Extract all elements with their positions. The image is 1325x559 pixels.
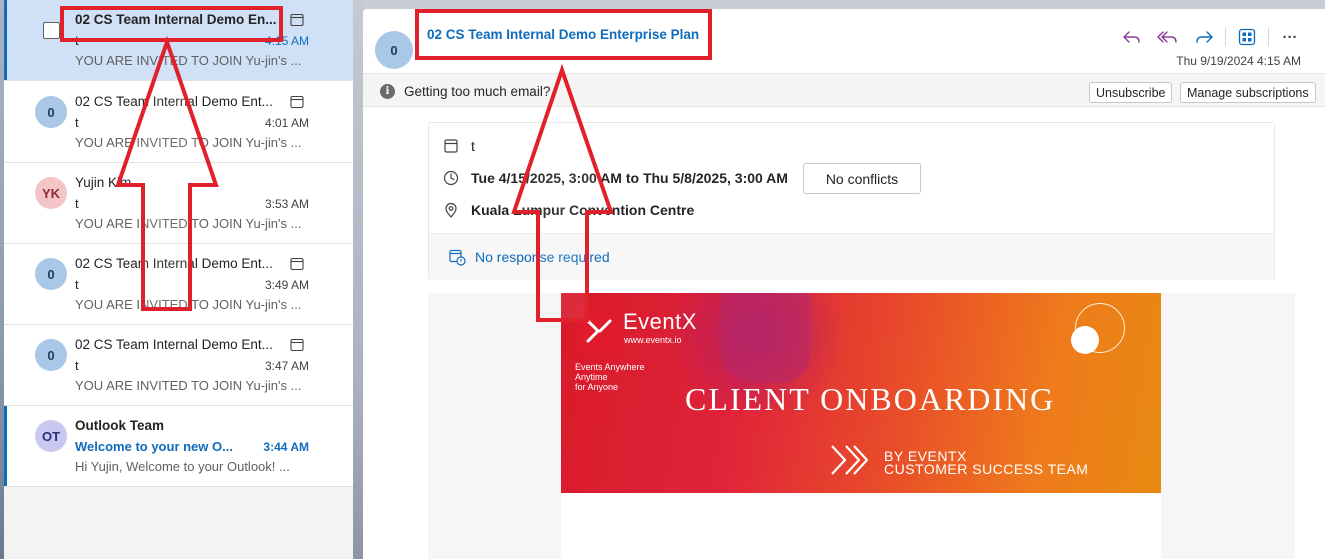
message-time: 3:44 AM	[263, 440, 309, 454]
reply-all-icon[interactable]	[1153, 25, 1183, 49]
highlight-box-email-title	[415, 9, 712, 60]
meeting-location-row: Kuala Lumpur Convention Centre	[442, 201, 694, 219]
response-text: No response required	[475, 249, 610, 265]
message-item[interactable]: YK Yujin Kim t 3:53 AM YOU ARE INVITED T…	[4, 163, 353, 244]
banner-decoration	[721, 293, 811, 383]
message-time: 3:53 AM	[264, 197, 309, 211]
message-preview: YOU ARE INVITED TO JOIN Yu-jin's ...	[75, 216, 302, 231]
location-pin-icon	[445, 202, 457, 218]
message-preview: YOU ARE INVITED TO JOIN Yu-jin's ...	[75, 378, 302, 393]
reading-pane: 0 02 CS Team Internal Demo Enterprise Pl…	[363, 9, 1325, 559]
message-item-unread[interactable]: OT Outlook Team Welcome to your new O...…	[4, 406, 353, 487]
message-subject: t	[75, 358, 79, 373]
banner-brand: EventX	[623, 309, 697, 334]
eventx-logo-icon	[577, 309, 621, 353]
banner-headline: CLIENT ONBOARDING	[685, 381, 1056, 417]
message-preview: YOU ARE INVITED TO JOIN Yu-jin's ...	[75, 135, 302, 150]
email-body: EventX www.eventx.io Events Anywhere Any…	[428, 293, 1295, 559]
no-conflicts-button[interactable]: No conflicts	[803, 163, 921, 194]
message-sender: Yujin Kim	[75, 175, 132, 190]
message-time: 3:47 AM	[264, 359, 309, 373]
clock-icon	[443, 170, 459, 186]
eventx-banner-image: EventX www.eventx.io Events Anywhere Any…	[561, 293, 1161, 493]
message-preview: YOU ARE INVITED TO JOIN Yu-jin's ...	[75, 53, 302, 68]
message-sender: Outlook Team	[75, 418, 165, 433]
meeting-invite-card: t Tue 4/15/2025, 3:00 AM to Thu 5/8/2025…	[428, 122, 1275, 280]
apps-icon[interactable]	[1232, 25, 1262, 49]
double-chevron-icon	[831, 445, 869, 475]
info-icon: i	[380, 84, 395, 99]
response-status[interactable]: No response required	[448, 248, 610, 266]
email-actions-toolbar: ···	[1117, 25, 1305, 49]
toolbar-divider	[1268, 28, 1269, 46]
message-list: 02 CS Team Internal Demo En... t 4:15 AM…	[4, 0, 353, 559]
avatar: YK	[35, 177, 67, 209]
message-subject: t	[75, 115, 79, 130]
message-subject: Welcome to your new O...	[75, 439, 233, 454]
subscription-notice-bar: i Getting too much email? Unsubscribe Ma…	[363, 73, 1325, 107]
list-empty-area	[4, 487, 353, 559]
email-date: Thu 9/19/2024 4:15 AM	[1176, 54, 1301, 68]
calendar-icon	[290, 257, 304, 271]
meeting-when: Tue 4/15/2025, 3:00 AM to Thu 5/8/2025, …	[471, 170, 788, 186]
message-time: 3:49 AM	[264, 278, 309, 292]
message-item[interactable]: 0 02 CS Team Internal Demo Ent... t 3:49…	[4, 244, 353, 325]
calendar-icon	[290, 338, 304, 352]
avatar: 0	[35, 96, 67, 128]
avatar: 0	[35, 339, 67, 371]
meeting-title: t	[471, 138, 475, 154]
message-sender: 02 CS Team Internal Demo Ent...	[75, 337, 273, 352]
banner-byline: BY EVENTX CUSTOMER SUCCESS TEAM	[884, 448, 1089, 477]
more-label: ···	[1282, 28, 1298, 46]
toolbar-divider	[1225, 28, 1226, 46]
calendar-icon	[290, 95, 304, 109]
message-subject: t	[75, 196, 79, 211]
meeting-time-row: Tue 4/15/2025, 3:00 AM to Thu 5/8/2025, …	[442, 169, 788, 187]
manage-subscriptions-button[interactable]: Manage subscriptions	[1180, 82, 1316, 103]
background-divider	[353, 0, 363, 559]
banner-url: www.eventx.io	[624, 335, 682, 345]
select-checkbox[interactable]	[43, 22, 60, 39]
message-time: 4:01 AM	[264, 116, 309, 130]
banner-dot	[1071, 326, 1099, 354]
calendar-info-icon	[449, 249, 466, 266]
reply-icon[interactable]	[1117, 25, 1147, 49]
message-item[interactable]: 0 02 CS Team Internal Demo Ent... t 3:47…	[4, 325, 353, 406]
message-preview: Hi Yujin, Welcome to your Outlook! ...	[75, 459, 290, 474]
highlight-box-list-sender	[60, 6, 283, 42]
message-item[interactable]: 0 02 CS Team Internal Demo Ent... t 4:01…	[4, 82, 353, 163]
message-preview: YOU ARE INVITED TO JOIN Yu-jin's ...	[75, 297, 302, 312]
unsubscribe-button[interactable]: Unsubscribe	[1089, 82, 1173, 103]
email-body-content	[561, 493, 1161, 559]
more-icon[interactable]: ···	[1275, 25, 1305, 49]
message-sender: 02 CS Team Internal Demo Ent...	[75, 256, 273, 271]
forward-icon[interactable]	[1189, 25, 1219, 49]
notice-text: Getting too much email?	[404, 84, 551, 99]
meeting-response-area: No response required	[429, 233, 1274, 280]
meeting-title-row: t	[442, 137, 475, 155]
sender-avatar: 0	[375, 31, 413, 69]
message-subject: t	[75, 277, 79, 292]
calendar-icon	[444, 139, 458, 153]
avatar: 0	[35, 258, 67, 290]
message-sender: 02 CS Team Internal Demo Ent...	[75, 94, 273, 109]
calendar-icon	[290, 13, 304, 27]
meeting-location: Kuala Lumpur Convention Centre	[471, 202, 695, 218]
banner-tagline: Events Anywhere Anytime for Anyone	[575, 362, 645, 392]
avatar: OT	[35, 420, 67, 452]
